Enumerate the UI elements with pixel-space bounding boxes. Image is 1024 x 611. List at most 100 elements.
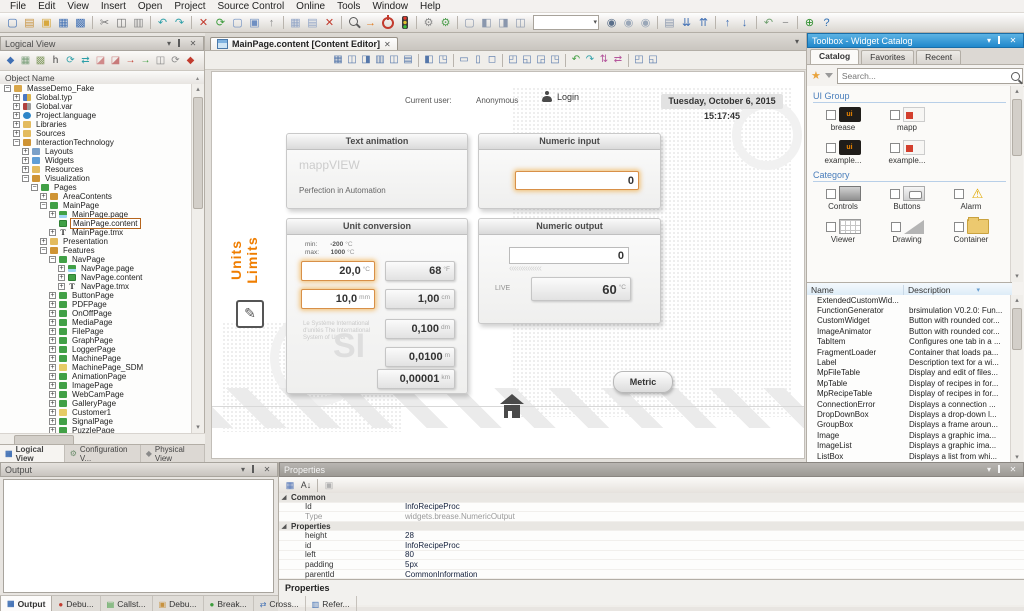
menu-online[interactable]: Online (290, 1, 331, 12)
widget-table-row[interactable]: ImageDisplays a graphic ima... (807, 430, 1012, 440)
widget-item-mapp[interactable]: mapp (875, 106, 939, 132)
trace-icon[interactable]: ◉ (620, 15, 637, 31)
power-icon[interactable] (379, 15, 396, 31)
expand-icon[interactable]: + (49, 364, 56, 371)
tree-item-sources[interactable]: +Sources (0, 129, 193, 138)
distribute-horizontal-icon[interactable]: ▥ (373, 52, 387, 68)
collapse-icon[interactable]: − (4, 85, 11, 92)
window-layout-3-icon[interactable]: ◨ (495, 15, 512, 31)
cancel-build-icon[interactable]: ✕ (321, 15, 338, 31)
document-tab-mainpage-content[interactable]: MainPage.content [Content Editor] ✕ (210, 37, 398, 50)
watch-window-icon[interactable]: ▤ (661, 15, 678, 31)
tree-item-pdfpage[interactable]: +PDFPage (0, 300, 193, 309)
tree-item-navpage[interactable]: −NavPage (0, 255, 193, 264)
tree-vertical-scrollbar[interactable]: ▴ ▾ (191, 84, 204, 433)
content-canvas[interactable]: Current user: Anonymous Login Tuesday, O… (211, 71, 805, 459)
check-file-icon[interactable]: ▣ (246, 15, 263, 31)
open-file-icon[interactable]: ▣ (38, 15, 55, 31)
web-icon[interactable]: ⊕ (801, 15, 818, 31)
rotate-right-icon[interactable]: ↷ (583, 52, 597, 68)
favorite-icon[interactable]: ★ (811, 69, 821, 82)
widget-item-brease[interactable]: uibrease (811, 106, 875, 132)
bottom-tab-debu[interactable]: ▣Debu... (153, 596, 204, 611)
active-configuration-combo[interactable]: ▾ (533, 15, 599, 30)
categorized-icon[interactable]: ▦ (282, 477, 298, 493)
search-icon[interactable] (345, 15, 362, 31)
widget-checkbox[interactable] (890, 189, 900, 199)
tree-item-pages[interactable]: −Pages (0, 183, 193, 192)
tree-item-webcampage[interactable]: +WebCamPage (0, 390, 193, 399)
save-icon[interactable]: ▦ (55, 15, 72, 31)
login-button[interactable]: Login (542, 91, 579, 102)
undo-icon[interactable]: ↶ (154, 15, 171, 31)
panel-close-icon[interactable]: ✕ (261, 465, 273, 474)
property-row-height[interactable]: height28 (279, 531, 1024, 541)
expand-icon[interactable]: + (49, 229, 56, 236)
paste-icon[interactable]: ▥ (130, 15, 147, 31)
copy-icon[interactable]: ◫ (113, 15, 130, 31)
widget-table-row[interactable]: CustomWidgetButton with rounded cor... (807, 316, 1012, 326)
toolbox-tab-catalog[interactable]: Catalog (810, 49, 859, 64)
property-row-type[interactable]: Typewidgets.brease.NumericOutput (279, 512, 1024, 522)
tree-item-buttonpage[interactable]: +ButtonPage (0, 291, 193, 300)
flip-vertical-icon[interactable]: ⇅ (597, 52, 611, 68)
menu-window[interactable]: Window (366, 1, 414, 12)
send-to-back-icon[interactable]: ◳ (548, 52, 562, 68)
live-temperature-output[interactable]: 60°C (531, 277, 631, 301)
send-backward-icon[interactable]: ◲ (534, 52, 548, 68)
delete-icon[interactable]: ✕ (195, 15, 212, 31)
property-row-parentid[interactable]: parentIdCommonInformation (279, 570, 1024, 579)
widget-table-row[interactable]: TabItemConfigures one tab in a ... (807, 337, 1012, 347)
widget-table-row[interactable]: ImageAnimatorButton with rounded cor... (807, 326, 1012, 336)
menu-open[interactable]: Open (132, 1, 168, 12)
add-text-icon[interactable]: h (48, 53, 63, 69)
move-up-icon[interactable]: ↑ (719, 15, 736, 31)
collapse-icon[interactable]: − (777, 15, 794, 31)
meter-output-field[interactable]: 0,0100m (385, 347, 455, 367)
expand-icon[interactable]: + (49, 346, 56, 353)
expand-icon[interactable]: + (49, 373, 56, 380)
toolbox-tab-favorites[interactable]: Favorites (861, 50, 914, 64)
widget-item-example[interactable]: uiexample... (811, 139, 875, 165)
expand-icon[interactable]: + (49, 328, 56, 335)
catalog-scrollbar[interactable]: ▴ ▾ (1010, 86, 1023, 282)
same-height-icon[interactable]: ▯ (471, 52, 485, 68)
property-row-padding[interactable]: padding5px (279, 560, 1024, 570)
expand-icon[interactable]: + (49, 310, 56, 317)
bottom-tab-cross[interactable]: ⇄Cross... (254, 596, 306, 611)
collapse-icon[interactable]: − (40, 247, 47, 254)
widget-checkbox[interactable] (890, 143, 900, 153)
widget-table-row[interactable]: FunctionGeneratorbrsimulation V0.2.0: Fu… (807, 305, 1012, 315)
tree-item-puzzlepage[interactable]: +PuzzlePage (0, 426, 193, 433)
widget-checkbox[interactable] (891, 222, 901, 232)
search-input[interactable] (837, 68, 1023, 84)
menu-project[interactable]: Project (168, 1, 211, 12)
view-tab-configuration-v[interactable]: ⚙Configuration V... (65, 445, 141, 462)
collapse-icon[interactable]: − (40, 202, 47, 209)
tree-item-signalpage[interactable]: +SignalPage (0, 417, 193, 426)
widget-checkbox[interactable] (890, 110, 900, 120)
scroll-up-icon[interactable]: ▴ (192, 84, 204, 95)
new-project-icon[interactable]: ▢ (4, 15, 21, 31)
expand-icon[interactable]: + (49, 391, 56, 398)
expand-icon[interactable]: + (13, 112, 20, 119)
rotate-left-icon[interactable]: ↶ (569, 52, 583, 68)
menu-edit[interactable]: Edit (32, 1, 61, 12)
name-column-header[interactable]: Name (807, 285, 904, 295)
tree-item-filepage[interactable]: +FilePage (0, 327, 193, 336)
add-image-icon[interactable]: ▩ (33, 53, 48, 69)
tree-item-onoffpage[interactable]: +OnOffPage (0, 309, 193, 318)
update-icon[interactable]: ⟳ (168, 53, 183, 69)
expand-icon[interactable]: + (49, 382, 56, 389)
distribute-vertical-icon[interactable]: ▤ (401, 52, 415, 68)
widget-table-scrollbar[interactable]: ▴ ▾ (1010, 295, 1023, 463)
bottom-tab-callst[interactable]: ▤Callst... (101, 596, 153, 611)
property-row-left[interactable]: left80 (279, 551, 1024, 561)
expand-icon[interactable]: + (49, 409, 56, 416)
monitor-icon[interactable]: ◉ (637, 15, 654, 31)
expand-icon[interactable]: + (40, 193, 47, 200)
widget-checkbox[interactable] (954, 222, 964, 232)
compare-icon[interactable]: ⇄ (78, 53, 93, 69)
widget-checkbox[interactable] (826, 143, 836, 153)
group-expander-icon[interactable]: ◢ (279, 523, 289, 530)
